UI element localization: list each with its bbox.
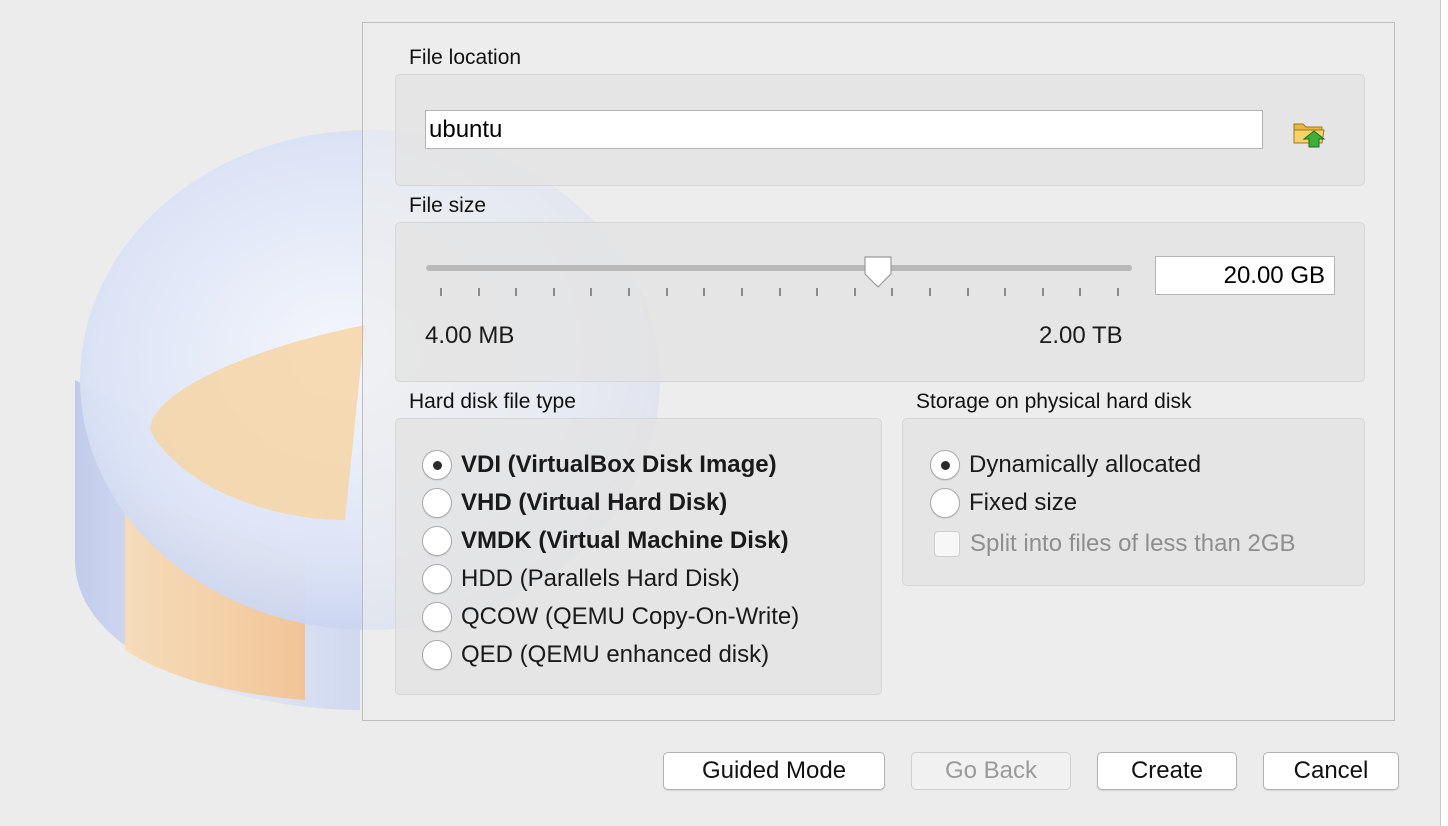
- storage-option[interactable]: Fixed size: [930, 488, 1077, 518]
- radio-button[interactable]: [422, 564, 452, 594]
- cancel-button[interactable]: Cancel: [1263, 752, 1399, 790]
- file-type-option-label: VHD (Virtual Hard Disk): [461, 489, 728, 516]
- slider-tick: [816, 288, 819, 296]
- slider-tick: [703, 288, 706, 296]
- file-type-option-label: QED (QEMU enhanced disk): [461, 641, 770, 668]
- slider-tick: [928, 288, 931, 296]
- slider-max-label: 2.00 TB: [1039, 322, 1123, 349]
- split-files-checkbox-row[interactable]: Split into files of less than 2GB: [932, 530, 1296, 558]
- file-type-option[interactable]: VMDK (Virtual Machine Disk): [422, 526, 789, 556]
- radio-button[interactable]: [930, 488, 960, 518]
- slider-min-label: 4.00 MB: [425, 322, 515, 349]
- slider-tick: [477, 288, 480, 296]
- storage-option-label: Dynamically allocated: [969, 451, 1202, 478]
- radio-button[interactable]: [422, 450, 452, 480]
- slider-tick: [966, 288, 969, 296]
- file-location-label: File location: [409, 46, 522, 69]
- file-type-option[interactable]: HDD (Parallels Hard Disk): [422, 564, 740, 594]
- slider-tick: [778, 288, 781, 296]
- slider-tick: [440, 288, 442, 296]
- go-back-button[interactable]: Go Back: [911, 752, 1071, 790]
- radio-button[interactable]: [422, 602, 452, 632]
- storage-option-label: Fixed size: [969, 489, 1078, 516]
- slider-tick: [552, 288, 555, 296]
- file-type-option-label: VDI (VirtualBox Disk Image): [461, 451, 777, 478]
- file-size-input[interactable]: [1155, 256, 1335, 295]
- file-size-group: [395, 222, 1365, 382]
- file-type-option[interactable]: VHD (Virtual Hard Disk): [422, 488, 727, 518]
- file-type-option-label: QCOW (QEMU Copy-On-Write): [461, 603, 800, 630]
- file-type-label: Hard disk file type: [409, 390, 576, 413]
- slider-tick: [665, 288, 668, 296]
- slider-tick: [590, 288, 593, 296]
- file-type-option[interactable]: QCOW (QEMU Copy-On-Write): [422, 602, 799, 632]
- slider-tick: [1117, 288, 1119, 296]
- file-size-label: File size: [409, 194, 487, 217]
- window-edge: [1440, 0, 1448, 826]
- create-button[interactable]: Create: [1097, 752, 1237, 790]
- folder-browse-icon[interactable]: [1292, 116, 1326, 148]
- slider-tick: [515, 288, 518, 296]
- file-location-input[interactable]: [425, 110, 1263, 149]
- storage-label: Storage on physical hard disk: [916, 390, 1192, 413]
- file-type-option-label: VMDK (Virtual Machine Disk): [461, 527, 789, 554]
- radio-button[interactable]: [422, 488, 452, 518]
- file-type-option[interactable]: QED (QEMU enhanced disk): [422, 640, 769, 670]
- radio-button[interactable]: [930, 450, 960, 480]
- slider-tick: [1041, 288, 1044, 296]
- slider-tick: [740, 288, 743, 296]
- guided-mode-button[interactable]: Guided Mode: [663, 752, 885, 790]
- file-type-option-label: HDD (Parallels Hard Disk): [461, 565, 740, 592]
- split-files-label: Split into files of less than 2GB: [970, 530, 1296, 557]
- file-size-slider-track[interactable]: [426, 265, 1132, 271]
- storage-option[interactable]: Dynamically allocated: [930, 450, 1201, 480]
- slider-tick: [1079, 288, 1082, 296]
- slider-tick: [853, 288, 856, 296]
- split-files-checkbox[interactable]: [934, 531, 960, 557]
- radio-button[interactable]: [422, 526, 452, 556]
- slider-tick: [628, 288, 631, 296]
- file-type-option[interactable]: VDI (VirtualBox Disk Image): [422, 450, 777, 480]
- slider-tick: [1004, 288, 1007, 296]
- file-size-slider-thumb[interactable]: [862, 254, 894, 290]
- radio-button[interactable]: [422, 640, 452, 670]
